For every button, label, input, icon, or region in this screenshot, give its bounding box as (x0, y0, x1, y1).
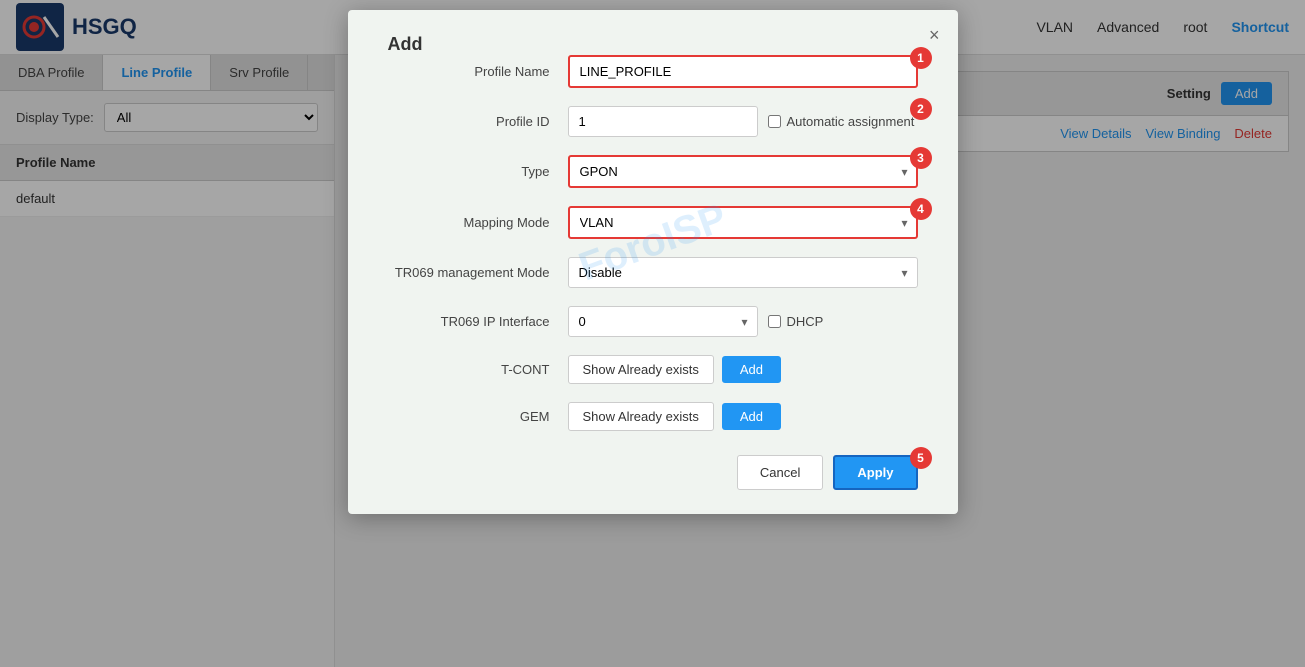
profile-id-label: Profile ID (388, 114, 568, 129)
type-label: Type (388, 164, 568, 179)
gem-show-exists-button[interactable]: Show Already exists (568, 402, 714, 431)
cancel-button[interactable]: Cancel (737, 455, 823, 490)
modal-close-button[interactable]: × (929, 26, 940, 44)
mapping-mode-row: Mapping Mode VLAN GEM TCI 4 (388, 206, 918, 239)
dhcp-label: DHCP (787, 314, 824, 329)
apply-button[interactable]: Apply (833, 455, 917, 490)
tr069-mode-label: TR069 management Mode (388, 265, 568, 280)
mapping-mode-select[interactable]: VLAN GEM TCI (568, 206, 918, 239)
profile-name-label: Profile Name (388, 64, 568, 79)
profile-id-input[interactable] (568, 106, 758, 137)
tcont-add-button[interactable]: Add (722, 356, 781, 383)
mapping-mode-label: Mapping Mode (388, 215, 568, 230)
automatic-assignment-row: Automatic assignment (768, 114, 915, 129)
badge-1: 1 (910, 47, 932, 69)
profile-name-row: Profile Name 1 (388, 55, 918, 88)
modal-overlay: Add × Profile Name 1 Profile ID Automati… (0, 0, 1305, 667)
gem-row: GEM Show Already exists Add (388, 402, 918, 431)
dhcp-row: DHCP (768, 314, 824, 329)
badge-4: 4 (910, 198, 932, 220)
dhcp-checkbox[interactable] (768, 315, 781, 328)
tr069-ip-select[interactable]: 0 (568, 306, 758, 337)
automatic-assignment-checkbox[interactable] (768, 115, 781, 128)
badge-3: 3 (910, 147, 932, 169)
tr069-mode-row: TR069 management Mode Disable Enable (388, 257, 918, 288)
automatic-assignment-label: Automatic assignment (787, 114, 915, 129)
mapping-mode-select-wrapper: VLAN GEM TCI (568, 206, 918, 239)
type-select-wrapper: GPON EPON XGS-PON (568, 155, 918, 188)
tcont-row: T-CONT Show Already exists Add (388, 355, 918, 384)
tr069-ip-select-wrapper: 0 (568, 306, 758, 337)
profile-name-input[interactable] (568, 55, 918, 88)
profile-id-row: Profile ID Automatic assignment 2 (388, 106, 918, 137)
badge-2: 2 (910, 98, 932, 120)
type-row: Type GPON EPON XGS-PON 3 (388, 155, 918, 188)
tcont-label: T-CONT (388, 362, 568, 377)
tr069-ip-row: TR069 IP Interface 0 DHCP (388, 306, 918, 337)
tr069-mode-select-wrapper: Disable Enable (568, 257, 918, 288)
badge-5: 5 (910, 447, 932, 469)
gem-controls: Show Already exists Add (568, 402, 918, 431)
tcont-show-exists-button[interactable]: Show Already exists (568, 355, 714, 384)
type-select[interactable]: GPON EPON XGS-PON (568, 155, 918, 188)
tr069-ip-label: TR069 IP Interface (388, 314, 568, 329)
gem-add-button[interactable]: Add (722, 403, 781, 430)
modal-add: Add × Profile Name 1 Profile ID Automati… (348, 10, 958, 514)
tcont-controls: Show Already exists Add (568, 355, 918, 384)
gem-label: GEM (388, 409, 568, 424)
tr069-mode-select[interactable]: Disable Enable (568, 257, 918, 288)
modal-title: Add (388, 34, 423, 54)
modal-footer: Cancel Apply 5 (388, 455, 918, 490)
